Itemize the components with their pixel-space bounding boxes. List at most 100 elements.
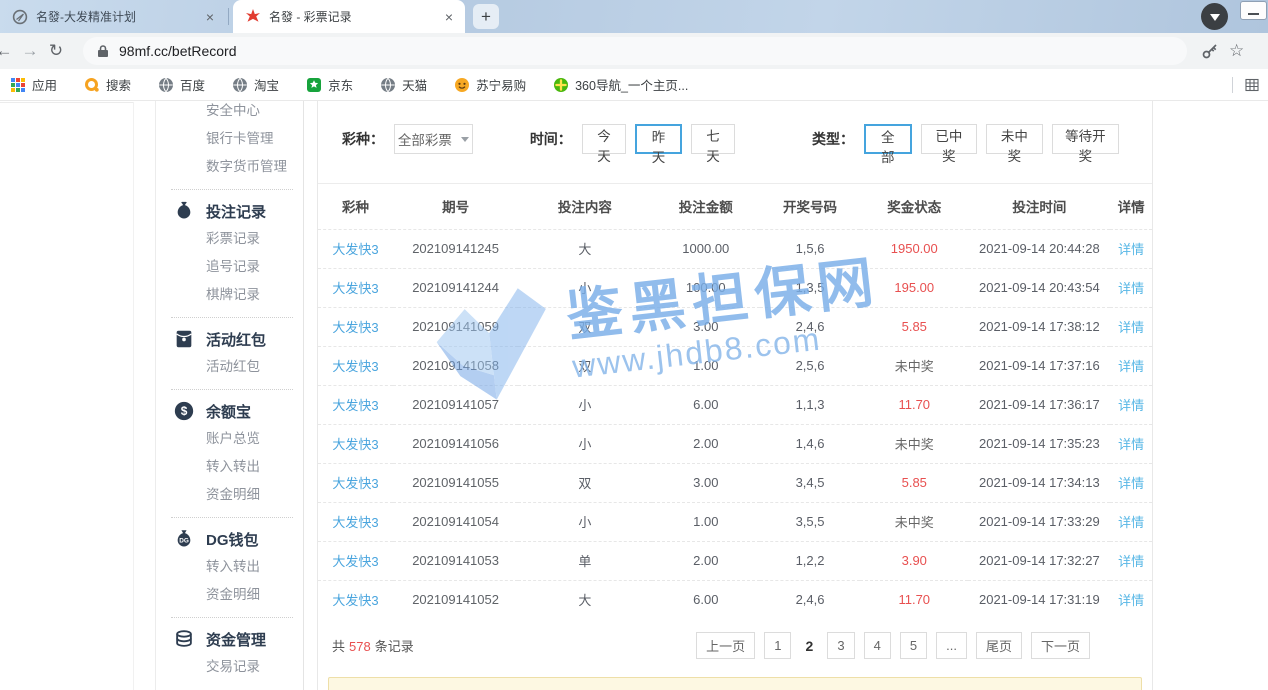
time-filter-group: 今天昨天七天 [582, 124, 744, 154]
lottery-select[interactable]: 全部彩票 [394, 124, 473, 154]
amount-cell: 6.00 [652, 385, 760, 424]
sidebar-item[interactable]: 棋牌记录 [156, 281, 303, 309]
issue-cell: 202109141058 [393, 346, 518, 385]
sidebar: 安全中心银行卡管理数字货币管理投注记录彩票记录追号记录棋牌记录活动红包活动红包 $… [155, 101, 304, 690]
filter-row: 彩种： 全部彩票 时间： 今天昨天七天 类型： 全部已中奖未中奖等待开奖 [318, 101, 1152, 184]
table-header-cell: 彩种 [318, 184, 393, 229]
sidebar-item[interactable]: 追号记录 [156, 253, 303, 281]
profile-avatar[interactable] [1201, 3, 1228, 30]
sidebar-item[interactable]: 安全中心 [156, 101, 303, 125]
reload-icon[interactable]: ↻ [43, 41, 69, 61]
chevron-down-icon [461, 137, 469, 146]
page-number-button[interactable]: 3 [827, 632, 854, 659]
amount-cell: 1000.00 [652, 229, 760, 268]
time-filter-button[interactable]: 今天 [582, 124, 626, 154]
bookmarks-panel-icon[interactable] [1244, 77, 1260, 93]
sidebar-item[interactable]: 资金明细 [156, 481, 303, 509]
lottery-link[interactable]: 大发快3 [318, 502, 393, 541]
sidebar-item[interactable]: 银行卡管理 [156, 125, 303, 153]
browser-tab-bet-record[interactable]: 名發 - 彩票记录 × [233, 0, 465, 33]
detail-link[interactable]: 详情 [1110, 502, 1152, 541]
type-filter-button[interactable]: 全部 [864, 124, 912, 154]
lottery-link[interactable]: 大发快3 [318, 541, 393, 580]
bookmark-item[interactable]: 360导航_一个主页... [553, 75, 688, 94]
lottery-link[interactable]: 大发快3 [318, 580, 393, 619]
status-cell: 195.00 [860, 268, 968, 307]
bookmark-item[interactable]: 苏宁易购 [454, 75, 526, 94]
bookmark-item[interactable]: 天猫 [380, 75, 427, 94]
bookmark-item[interactable]: 淘宝 [232, 75, 279, 94]
back-icon[interactable]: ← [0, 41, 17, 61]
browser-titlebar: 名發-大发精准计划 × 名發 - 彩票记录 × + [0, 0, 1268, 33]
tab-close-icon[interactable]: × [443, 9, 455, 25]
detail-link[interactable]: 详情 [1110, 541, 1152, 580]
bookmark-item[interactable]: 京东 [306, 75, 353, 94]
tab-close-icon[interactable]: × [204, 9, 216, 25]
sidebar-group-header[interactable]: 资金管理 [156, 625, 303, 653]
bookmark-item[interactable]: 搜索 [84, 75, 131, 94]
url-text: 98mf.cc/betRecord [119, 43, 237, 59]
lottery-link[interactable]: 大发快3 [318, 385, 393, 424]
type-filter-button[interactable]: 等待开奖 [1052, 124, 1119, 154]
sidebar-group-header[interactable]: DGDG钱包 [156, 525, 303, 553]
window-minimize-button[interactable] [1240, 1, 1267, 20]
notice-box [328, 677, 1142, 690]
browser-tab-plan[interactable]: 名發-大发精准计划 × [0, 0, 226, 33]
time-filter-button[interactable]: 七天 [691, 124, 735, 154]
type-filter-button[interactable]: 已中奖 [921, 124, 978, 154]
detail-link[interactable]: 详情 [1110, 424, 1152, 463]
table-row: 大发快3 202109141054 小 1.00 3,5,5 未中奖 2021-… [318, 502, 1152, 541]
type-filter-label: 类型： [812, 129, 854, 149]
forward-icon[interactable]: → [17, 41, 43, 61]
content-cell: 小 [518, 268, 651, 307]
page-number-button[interactable]: 5 [900, 632, 927, 659]
detail-link[interactable]: 详情 [1110, 229, 1152, 268]
time-filter-button[interactable]: 昨天 [635, 124, 681, 154]
numbers-cell: 1,4,6 [760, 424, 860, 463]
detail-link[interactable]: 详情 [1110, 385, 1152, 424]
issue-cell: 202109141059 [393, 307, 518, 346]
numbers-cell: 1,1,3 [760, 385, 860, 424]
time-cell: 2021-09-14 20:44:28 [968, 229, 1110, 268]
sidebar-item[interactable]: 账户总览 [156, 425, 303, 453]
lottery-link[interactable]: 大发快3 [318, 424, 393, 463]
address-bar[interactable]: 98mf.cc/betRecord [83, 37, 1187, 65]
bookmark-item[interactable]: 百度 [158, 75, 205, 94]
sidebar-item[interactable]: 转入转出 [156, 453, 303, 481]
bookmark-item[interactable]: 应用 [10, 75, 57, 94]
sidebar-item[interactable]: 彩票记录 [156, 225, 303, 253]
bookmark-star-icon[interactable]: ☆ [1229, 41, 1244, 61]
lottery-link[interactable]: 大发快3 [318, 268, 393, 307]
status-cell: 1950.00 [860, 229, 968, 268]
new-tab-button[interactable]: + [473, 4, 499, 29]
lottery-link[interactable]: 大发快3 [318, 229, 393, 268]
detail-link[interactable]: 详情 [1110, 307, 1152, 346]
lottery-link[interactable]: 大发快3 [318, 346, 393, 385]
bookmark-label: 百度 [180, 75, 205, 94]
sidebar-group-header[interactable]: $余额宝 [156, 397, 303, 425]
sidebar-item[interactable]: 转入转出 [156, 553, 303, 581]
status-cell: 11.70 [860, 385, 968, 424]
next-page-button[interactable]: 下一页 [1031, 632, 1090, 659]
sidebar-group-header[interactable]: 活动红包 [156, 325, 303, 353]
sidebar-item[interactable]: 数字货币管理 [156, 153, 303, 181]
table-row: 大发快3 202109141245 大 1000.00 1,5,6 1950.0… [318, 229, 1152, 268]
type-filter-button[interactable]: 未中奖 [986, 124, 1043, 154]
detail-link[interactable]: 详情 [1110, 463, 1152, 502]
page-ellipsis-button[interactable]: ... [936, 632, 967, 659]
sidebar-item[interactable]: 资金明细 [156, 581, 303, 609]
detail-link[interactable]: 详情 [1110, 346, 1152, 385]
last-page-button[interactable]: 尾页 [976, 632, 1022, 659]
lottery-link[interactable]: 大发快3 [318, 307, 393, 346]
lottery-link[interactable]: 大发快3 [318, 463, 393, 502]
detail-link[interactable]: 详情 [1110, 268, 1152, 307]
detail-link[interactable]: 详情 [1110, 580, 1152, 619]
prev-page-button[interactable]: 上一页 [696, 632, 755, 659]
key-icon[interactable] [1201, 42, 1219, 60]
page-number-button[interactable]: 1 [764, 632, 791, 659]
page-number-button[interactable]: 4 [864, 632, 891, 659]
sidebar-group-header[interactable]: 投注记录 [156, 197, 303, 225]
sidebar-item[interactable]: 交易记录 [156, 653, 303, 681]
sidebar-item[interactable]: 活动红包 [156, 353, 303, 381]
globe-icon [232, 77, 248, 93]
